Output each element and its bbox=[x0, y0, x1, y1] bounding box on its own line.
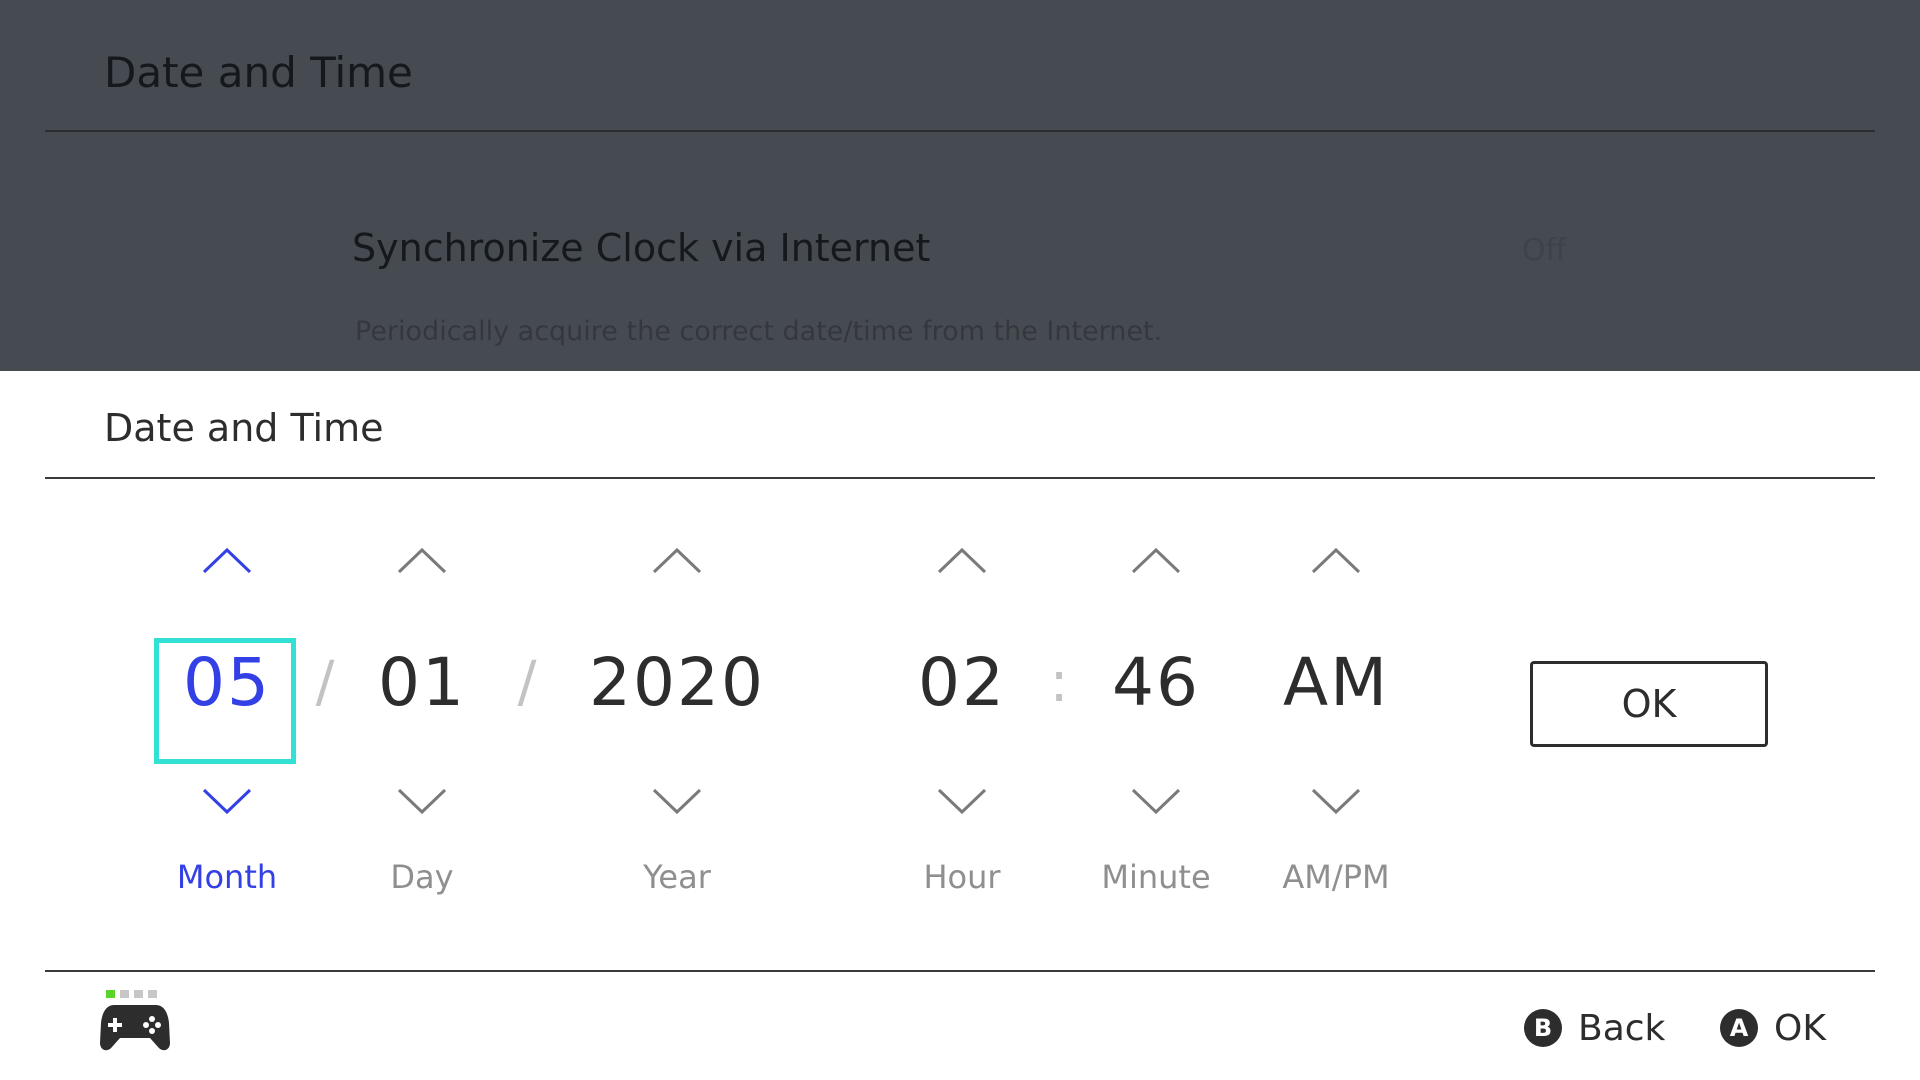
day-picker[interactable]: 01 Day bbox=[312, 546, 532, 966]
month-decrease-button[interactable] bbox=[201, 788, 253, 816]
dialog-top-divider bbox=[45, 477, 1875, 479]
chevron-down-icon bbox=[202, 788, 252, 815]
minute-decrease-button[interactable] bbox=[1130, 788, 1182, 816]
year-decrease-button[interactable] bbox=[651, 788, 703, 816]
year-value[interactable]: 2020 bbox=[567, 633, 787, 733]
chevron-down-icon bbox=[937, 788, 987, 815]
ok-hint[interactable]: A OK bbox=[1720, 1003, 1826, 1053]
day-decrease-button[interactable] bbox=[396, 788, 448, 816]
ok-button[interactable]: OK bbox=[1530, 661, 1768, 747]
controller-icon bbox=[100, 1005, 170, 1051]
back-label: Back bbox=[1578, 1007, 1666, 1049]
player-led-1 bbox=[106, 990, 115, 998]
chevron-up-icon bbox=[652, 547, 702, 574]
background-settings-screen: Date and Time Synchronize Clock via Inte… bbox=[0, 0, 1920, 371]
ampm-picker[interactable]: AM AM/PM bbox=[1226, 546, 1446, 966]
day-increase-button[interactable] bbox=[396, 546, 448, 574]
chevron-up-icon bbox=[202, 547, 252, 574]
year-picker[interactable]: 2020 Year bbox=[567, 546, 787, 966]
chevron-down-icon bbox=[397, 788, 447, 815]
player-led-4 bbox=[148, 990, 157, 998]
ok-hint-label: OK bbox=[1774, 1007, 1826, 1049]
player-led-2 bbox=[120, 990, 129, 998]
ampm-decrease-button[interactable] bbox=[1310, 788, 1362, 816]
ampm-label: AM/PM bbox=[1282, 858, 1390, 896]
background-page-title: Date and Time bbox=[104, 48, 413, 97]
day-label: Day bbox=[390, 858, 454, 896]
back-hint[interactable]: B Back bbox=[1524, 1003, 1665, 1053]
dialog-title: Date and Time bbox=[104, 406, 384, 450]
minute-increase-button[interactable] bbox=[1130, 546, 1182, 574]
hour-decrease-button[interactable] bbox=[936, 788, 988, 816]
player-indicator bbox=[106, 983, 162, 998]
sync-clock-setting-description: Periodically acquire the correct date/ti… bbox=[355, 316, 1163, 347]
hour-picker[interactable]: 02 Hour bbox=[852, 546, 1072, 966]
hour-increase-button[interactable] bbox=[936, 546, 988, 574]
year-increase-button[interactable] bbox=[651, 546, 703, 574]
background-divider bbox=[45, 130, 1875, 132]
chevron-up-icon bbox=[397, 547, 447, 574]
chevron-up-icon bbox=[937, 547, 987, 574]
month-label: Month bbox=[176, 858, 278, 896]
ampm-value[interactable]: AM bbox=[1226, 633, 1446, 733]
chevron-down-icon bbox=[1131, 788, 1181, 815]
dialog-bottom-divider bbox=[45, 970, 1875, 972]
year-label: Year bbox=[643, 858, 711, 896]
month-increase-button[interactable] bbox=[201, 546, 253, 574]
sync-clock-setting-value: Off bbox=[1522, 233, 1567, 268]
controller-status bbox=[100, 983, 170, 1058]
chevron-down-icon bbox=[652, 788, 702, 815]
day-value[interactable]: 01 bbox=[312, 633, 532, 733]
chevron-down-icon bbox=[1311, 788, 1361, 815]
hour-label: Hour bbox=[923, 858, 1001, 896]
month-value[interactable]: 05 bbox=[117, 633, 337, 733]
a-button-icon: A bbox=[1720, 1009, 1758, 1047]
date-time-dialog: Date and Time 05 Month / 01 Day / 2020 Y… bbox=[0, 371, 1920, 1080]
date-separator: / bbox=[517, 650, 537, 715]
b-button-icon: B bbox=[1524, 1009, 1562, 1047]
chevron-up-icon bbox=[1311, 547, 1361, 574]
chevron-up-icon bbox=[1131, 547, 1181, 574]
player-led-3 bbox=[134, 990, 143, 998]
month-picker[interactable]: 05 Month bbox=[117, 546, 337, 966]
ampm-increase-button[interactable] bbox=[1310, 546, 1362, 574]
sync-clock-setting-label: Synchronize Clock via Internet bbox=[352, 226, 931, 270]
